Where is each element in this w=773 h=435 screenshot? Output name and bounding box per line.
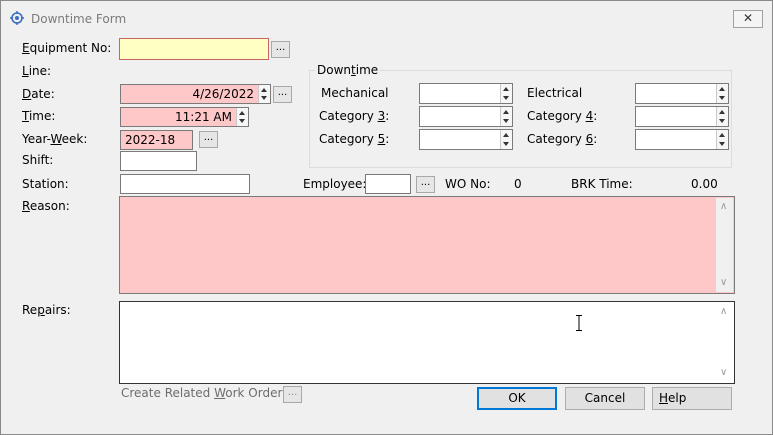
electrical-label: Electrical [527, 86, 583, 100]
station-label: Station: [22, 177, 69, 191]
help-button[interactable]: Help [652, 387, 732, 410]
equipment-no-label: Equipment No: [22, 41, 112, 55]
close-button[interactable]: ✕ [733, 10, 763, 28]
repairs-label: Repairs: [22, 303, 71, 317]
title-bar[interactable]: Downtime Form ✕ [1, 1, 772, 37]
category5-spinner[interactable] [500, 130, 512, 149]
scroll-down-icon[interactable]: ∨ [720, 278, 727, 288]
date-label: Date: [22, 87, 55, 101]
spin-up-icon[interactable] [719, 87, 725, 91]
reason-label: Reason: [22, 199, 70, 213]
spin-up-icon[interactable] [719, 133, 725, 137]
scroll-down-icon[interactable]: ∨ [720, 368, 727, 378]
shift-input[interactable] [120, 151, 197, 171]
brk-time-label: BRK Time: [571, 177, 633, 191]
time-label: Time: [22, 109, 56, 123]
year-week-input[interactable]: 2022-18 [120, 130, 193, 150]
time-spinner[interactable] [236, 108, 248, 126]
mechanical-spinner[interactable] [500, 84, 512, 103]
scroll-up-icon[interactable]: ∧ [720, 307, 727, 317]
cancel-button[interactable]: Cancel [565, 387, 645, 410]
date-input[interactable]: 4/26/2022 [120, 84, 271, 104]
ok-button[interactable]: OK [477, 387, 557, 410]
spin-up-icon[interactable] [503, 87, 509, 91]
downtime-form-window: Downtime Form ✕ Equipment No: ... Line: … [0, 0, 773, 435]
close-icon: ✕ [742, 11, 754, 25]
reason-scrollbar[interactable]: ∧ ∨ [716, 198, 733, 292]
repairs-textarea[interactable]: ∧ ∨ [119, 301, 735, 384]
repairs-scrollbar[interactable]: ∧ ∨ [716, 303, 733, 382]
brk-time-value: 0.00 [691, 177, 718, 191]
wo-no-value: 0 [514, 177, 522, 191]
date-spinner[interactable] [258, 85, 270, 103]
shift-label: Shift: [22, 153, 54, 167]
employee-lookup-button[interactable]: ... [416, 176, 435, 193]
date-picker-button[interactable]: ... [273, 86, 292, 103]
year-week-lookup-button[interactable]: ... [199, 131, 218, 148]
spin-up-icon[interactable] [503, 133, 509, 137]
text-cursor-icon [576, 315, 582, 331]
electrical-input[interactable] [635, 83, 729, 104]
category3-input[interactable] [419, 106, 513, 127]
employee-label: Employee: [303, 177, 367, 191]
create-related-work-order-label: Create Related Work Order [121, 386, 283, 400]
spin-down-icon[interactable] [261, 96, 267, 100]
spin-up-icon[interactable] [719, 110, 725, 114]
employee-input[interactable] [365, 174, 411, 194]
spin-up-icon[interactable] [261, 88, 267, 92]
app-gear-icon [10, 11, 24, 25]
category6-label: Category 6: [527, 132, 598, 146]
electrical-spinner[interactable] [716, 84, 728, 103]
spin-down-icon[interactable] [503, 96, 509, 100]
spin-down-icon[interactable] [503, 119, 509, 123]
spin-down-icon[interactable] [503, 142, 509, 146]
category6-spinner[interactable] [716, 130, 728, 149]
category3-spinner[interactable] [500, 107, 512, 126]
equipment-no-input[interactable] [119, 38, 269, 60]
create-work-order-button[interactable]: ... [283, 386, 302, 403]
spin-down-icon[interactable] [239, 119, 245, 123]
line-label: Line: [22, 64, 52, 78]
time-input[interactable]: 11:21 AM [120, 107, 249, 127]
spin-up-icon[interactable] [503, 110, 509, 114]
category4-label: Category 4: [527, 109, 598, 123]
category5-label: Category 5: [319, 132, 390, 146]
spin-down-icon[interactable] [719, 119, 725, 123]
reason-textarea[interactable]: ∧ ∨ [119, 196, 735, 294]
spin-down-icon[interactable] [719, 142, 725, 146]
station-input[interactable] [120, 174, 250, 194]
equipment-lookup-button[interactable]: ... [271, 41, 290, 58]
spin-down-icon[interactable] [719, 96, 725, 100]
wo-no-label: WO No: [445, 177, 491, 191]
category5-input[interactable] [419, 129, 513, 150]
category6-input[interactable] [635, 129, 729, 150]
category4-input[interactable] [635, 106, 729, 127]
year-week-label: Year-Week: [22, 132, 88, 146]
spin-up-icon[interactable] [239, 111, 245, 115]
mechanical-label: Mechanical [321, 86, 389, 100]
scroll-up-icon[interactable]: ∧ [720, 202, 727, 212]
downtime-group-title: Downtime [315, 63, 381, 77]
mechanical-input[interactable] [419, 83, 513, 104]
window-title: Downtime Form [31, 12, 127, 26]
category4-spinner[interactable] [716, 107, 728, 126]
category3-label: Category 3: [319, 109, 390, 123]
